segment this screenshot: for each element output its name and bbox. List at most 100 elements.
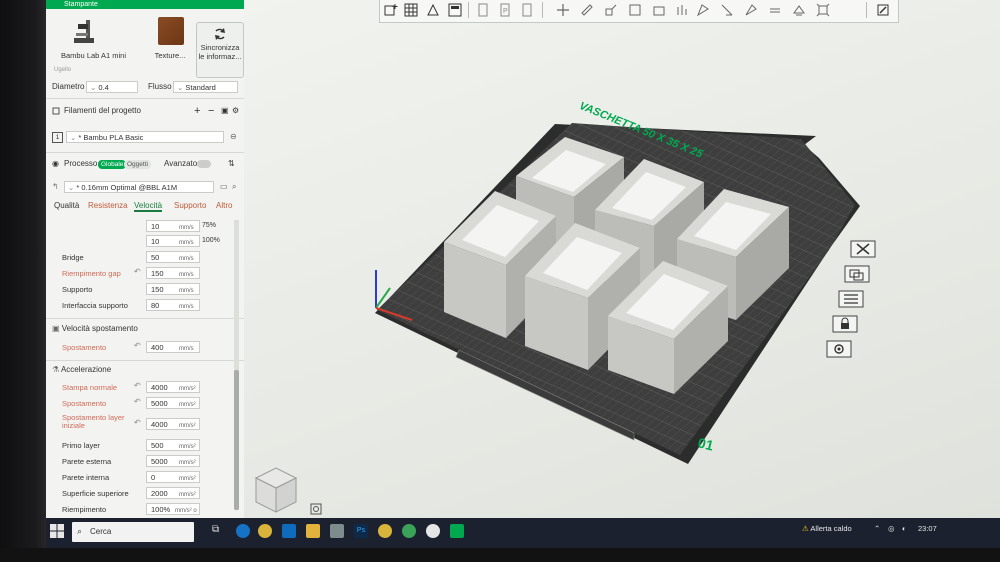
speed-field-1[interactable]: 10 mm/s [146, 220, 200, 232]
setting-input[interactable]: 50 mm/s [146, 251, 200, 263]
rotate-icon[interactable] [580, 3, 594, 17]
setting-input[interactable]: 4000 mm/s² [146, 418, 200, 430]
filament-select[interactable]: ⌄ * Bambu PLA Basic [66, 131, 224, 143]
tab-strength[interactable]: Resistenza [88, 201, 128, 210]
lock-icon[interactable] [832, 315, 858, 333]
reset-icon[interactable]: ↶ [134, 397, 141, 406]
split-objects-icon[interactable] [476, 3, 490, 17]
setting-input[interactable]: 0 mm/s² [146, 471, 200, 483]
seam-paint-icon[interactable] [720, 3, 734, 17]
setting-input[interactable]: 150 mm/s [146, 267, 200, 279]
split-parts-icon[interactable]: P [498, 3, 512, 17]
setting-input[interactable]: 100% mm/s² o % [146, 503, 200, 515]
color-paint-icon[interactable] [744, 3, 758, 17]
move-icon[interactable] [556, 3, 570, 17]
network-icon[interactable]: ◎ [888, 524, 895, 533]
setting-input[interactable]: 80 mm/s [146, 299, 200, 311]
search-icon[interactable]: ⌕ [232, 180, 236, 194]
tab-others[interactable]: Altro [216, 201, 232, 210]
assembly-icon[interactable] [816, 3, 830, 17]
travel-speed-input[interactable]: 400 mm/s [146, 341, 200, 353]
diameter-row: Diametro ⌄ 0.4 Flusso ⌄ Standard [52, 80, 238, 94]
flow-select[interactable]: ⌄ Standard [173, 81, 238, 93]
lay-on-face-icon[interactable] [628, 3, 642, 17]
unit-label: mm/s [179, 225, 194, 231]
filament-minus-icon[interactable]: ⊖ [230, 130, 237, 144]
setting-input[interactable]: 2000 mm/s² [146, 487, 200, 499]
sync-button[interactable]: Sincronizza le informaz... [196, 22, 244, 78]
zoom-fit-icon[interactable] [310, 503, 322, 515]
global-toggle[interactable]: Globale [98, 160, 127, 169]
speed-field-2[interactable]: 10 mm/s [146, 235, 200, 247]
app-icon[interactable] [426, 524, 440, 538]
add-plate-icon[interactable] [404, 3, 418, 17]
variable-layer-icon[interactable] [520, 3, 534, 17]
back-arrow-icon[interactable]: ↰ [52, 180, 59, 194]
tray-chevron-icon[interactable]: ⌃ [874, 524, 880, 533]
mesh-boolean-icon[interactable] [674, 3, 688, 17]
printer-selector[interactable]: Bambu Lab A1 mini [46, 12, 141, 62]
measure-icon[interactable] [792, 3, 806, 17]
settings-icon[interactable] [826, 340, 852, 358]
diameter-select[interactable]: ⌄ 0.4 [86, 81, 138, 93]
settings-scrollbar[interactable] [234, 220, 239, 510]
setting-input[interactable]: 500 mm/s² [146, 439, 200, 451]
process-header: ◉ Processo Globale Oggetti Avanzato ⇅ [52, 157, 238, 171]
photoshop-icon[interactable]: Ps [354, 524, 368, 538]
reset-icon[interactable]: ↶ [134, 341, 141, 350]
preferences-icon[interactable] [876, 3, 890, 17]
arrange-icon[interactable] [844, 265, 870, 283]
clock[interactable]: 23:07 [918, 524, 937, 533]
scale-icon[interactable] [604, 3, 618, 17]
objects-toggle[interactable]: Oggetti [124, 160, 151, 169]
view-cube[interactable] [252, 464, 300, 516]
sync-icon [215, 28, 225, 40]
auto-orient-icon[interactable] [426, 3, 440, 17]
remove-filament-button[interactable]: − [208, 104, 214, 118]
reset-icon[interactable]: ↶ [134, 381, 141, 390]
setting-input[interactable]: 5000 mm/s² [146, 455, 200, 467]
calculator-icon[interactable] [330, 524, 344, 538]
orient-icon[interactable] [838, 290, 864, 308]
edit-filament-icon[interactable]: ▣ [221, 104, 229, 118]
weather-widget[interactable]: ⚠ Allerta caldo [802, 524, 852, 533]
add-object-icon[interactable] [384, 3, 398, 17]
bambu-studio-icon[interactable] [450, 524, 464, 538]
taskbar-search[interactable]: ⌕ Cerca [72, 522, 194, 542]
diameter-value: 0.4 [98, 83, 109, 92]
unit-label: mm/s [179, 272, 194, 278]
file-explorer-icon[interactable] [306, 524, 320, 538]
text-icon[interactable] [768, 3, 782, 17]
divider [46, 152, 244, 153]
edge-icon[interactable] [236, 524, 250, 538]
chrome-profile-2-icon[interactable] [402, 524, 416, 538]
arrange-all-icon[interactable] [448, 3, 462, 17]
plate-selector[interactable]: Texture... [146, 12, 194, 62]
windows-start-icon[interactable] [50, 524, 64, 538]
reset-icon[interactable]: ↶ [134, 418, 141, 427]
add-filament-button[interactable]: + [194, 104, 200, 118]
save-icon[interactable]: ▭ [220, 180, 228, 194]
outlook-icon[interactable] [282, 524, 296, 538]
support-paint-icon[interactable] [696, 3, 710, 17]
cut-icon[interactable] [652, 3, 666, 17]
chrome-profile-icon[interactable] [378, 524, 392, 538]
process-profile-select[interactable]: ⌄ * 0.16mm Optimal @BBL A1M [64, 181, 214, 193]
delete-plate-icon[interactable] [850, 240, 876, 258]
reset-icon[interactable]: ↶ [134, 267, 141, 276]
setting-input[interactable]: 150 mm/s [146, 283, 200, 295]
advanced-toggle[interactable] [197, 160, 211, 168]
chrome-icon[interactable] [258, 524, 272, 538]
setting-input[interactable]: 4000 mm/s² [146, 381, 200, 393]
3d-viewport[interactable]: VASCHETTA 50 X 35 X 25 01 [244, 0, 1000, 518]
compare-icon[interactable]: ⇅ [228, 157, 235, 171]
tab-speed[interactable]: Velocità [134, 201, 163, 212]
task-view-icon[interactable]: ⧉ [212, 524, 226, 538]
scrollbar-thumb[interactable] [234, 370, 239, 510]
tab-support[interactable]: Supporto [174, 201, 206, 210]
settings-gear-icon[interactable]: ⚙ [232, 104, 239, 118]
tab-quality[interactable]: Qualità [54, 201, 79, 210]
monitor-bezel-bottom [0, 548, 1000, 562]
volume-icon[interactable]: ◐ [902, 524, 907, 533]
setting-input[interactable]: 5000 mm/s² [146, 397, 200, 409]
